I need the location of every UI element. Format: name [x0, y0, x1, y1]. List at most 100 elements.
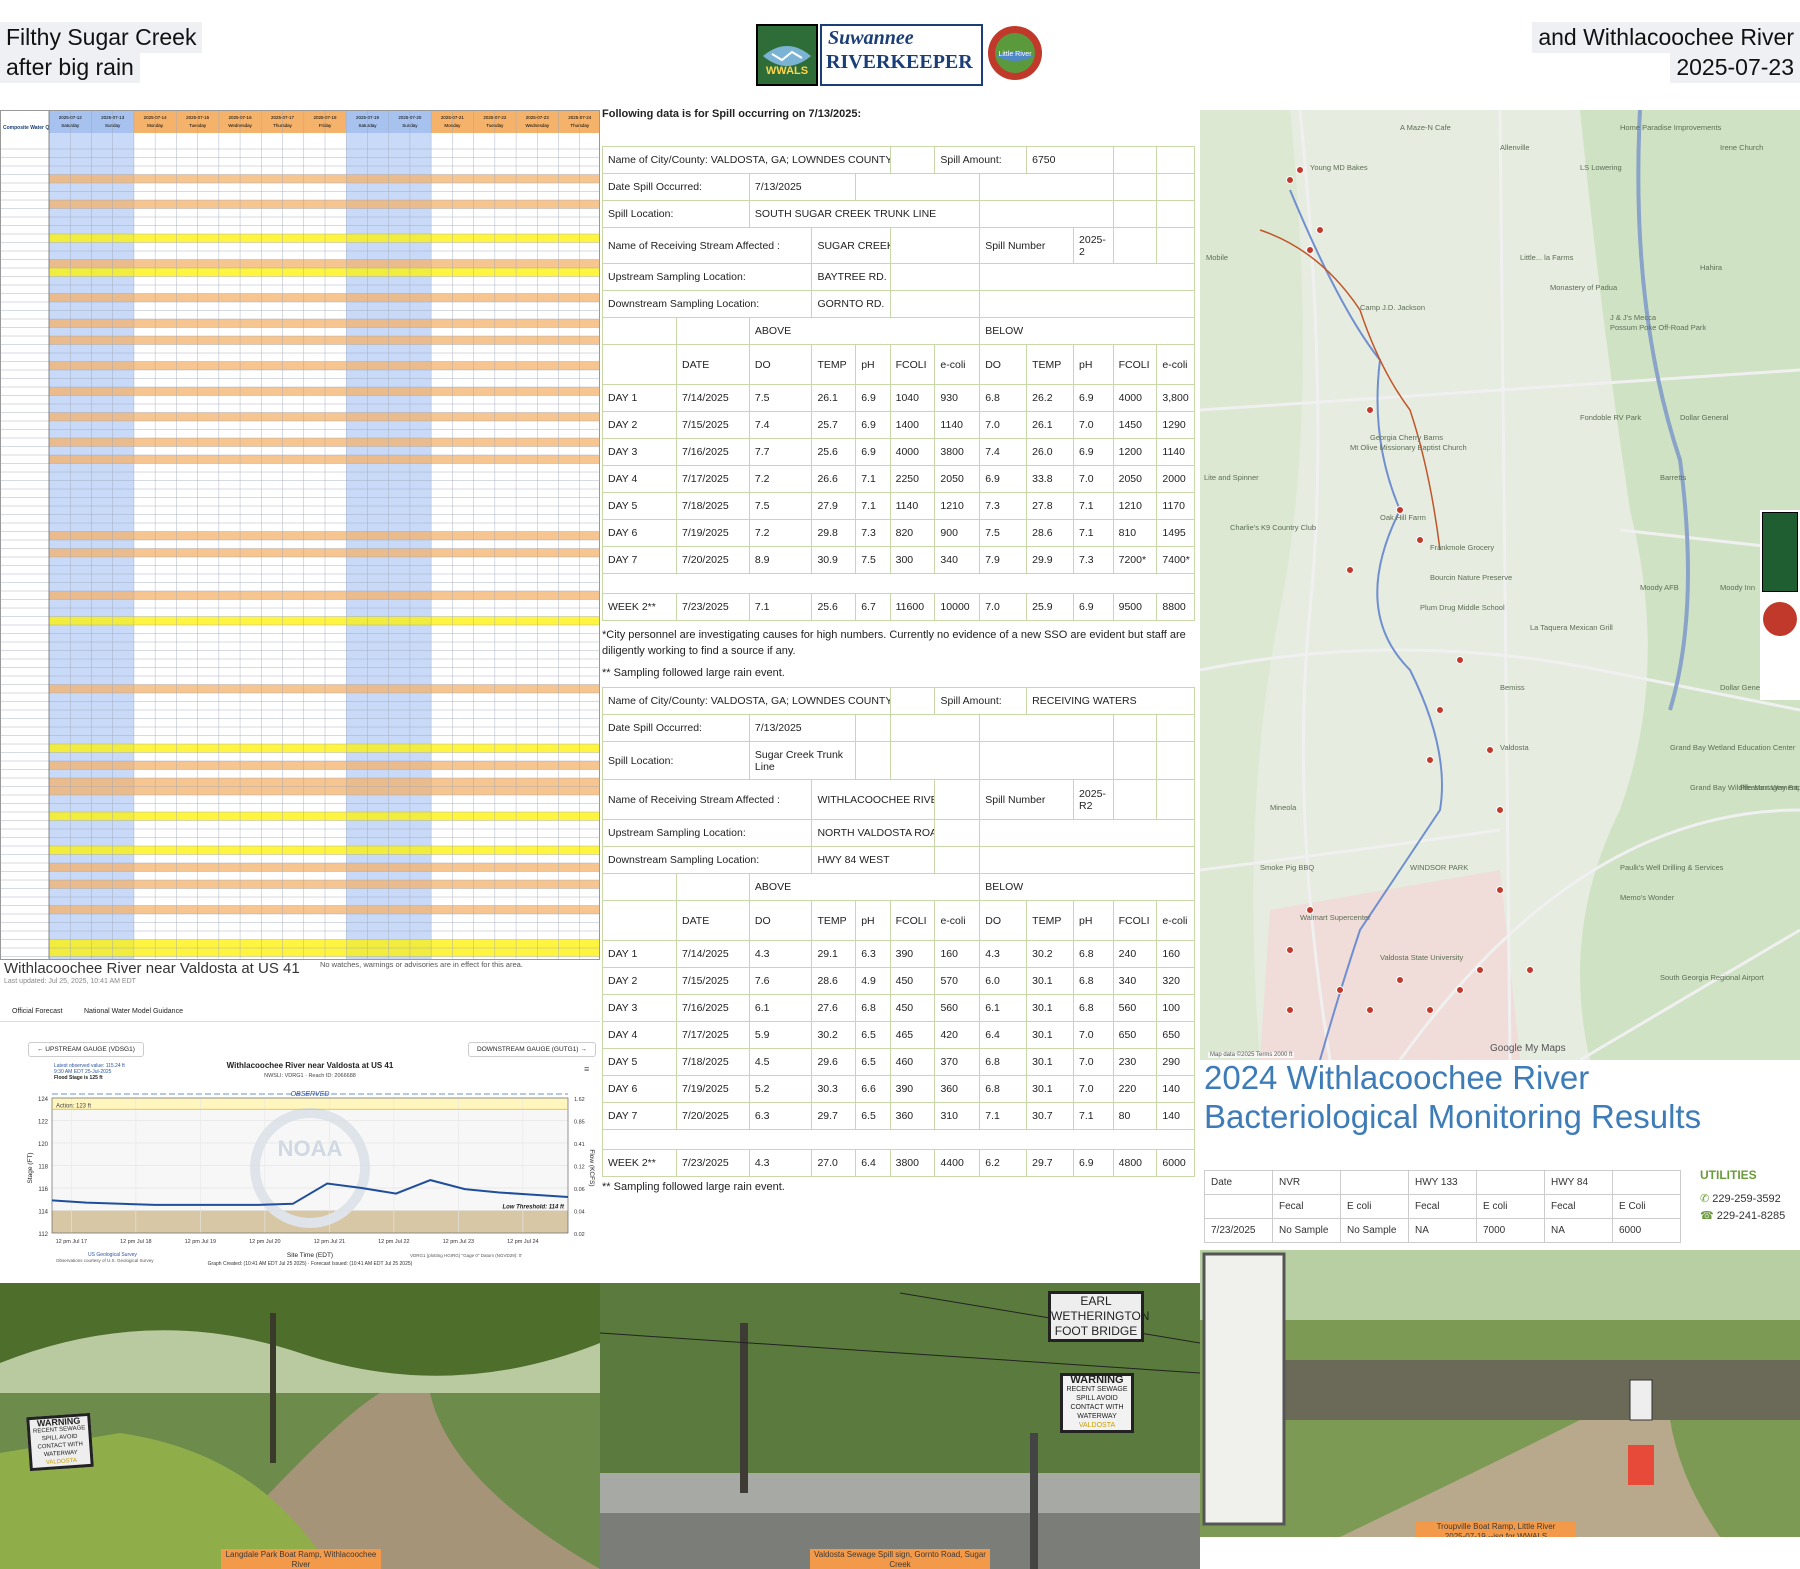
highlight-row — [49, 863, 599, 872]
s2-cell: 6.8 — [855, 994, 891, 1022]
spill1-intro: Following data is for Spill occurring on… — [602, 108, 862, 120]
map-canvas[interactable]: Home Paradise Improvements A Maze-N Cafe A… — [1200, 110, 1800, 1060]
s1-cell: 27.8 — [1026, 492, 1075, 520]
downstream-gauge-button[interactable]: DOWNSTREAM GAUGE (GUTG1) → — [468, 1042, 596, 1057]
map-label: Pleasant Way Baptist Church — [1740, 783, 1800, 792]
photo-troupville-image — [1200, 1250, 1800, 1537]
s1-cell: 1140 — [889, 492, 936, 520]
day-header-text: Thursday — [273, 123, 293, 128]
s2-cell: 570 — [934, 967, 981, 995]
s2-cell: 320 — [1156, 967, 1195, 995]
s2-cell: 340 — [1112, 967, 1158, 995]
map-marker — [1496, 806, 1504, 814]
bact-header-row: Fecal E coli Fecal E coli Fecal E Coli — [1204, 1194, 1681, 1219]
s1-cell: 26.0 — [1026, 438, 1075, 466]
warning-sign-2-text: RECENT SEWAGE SPILL AVOID CONTACT WITH W… — [1066, 1386, 1128, 1420]
highlight-row — [49, 880, 599, 889]
x-tick-label: 12 pm Jul 22 — [378, 1239, 410, 1245]
s2-cell: 7/15/2025 — [675, 967, 750, 995]
date-header-text: 2025-07-24 — [568, 115, 592, 120]
s2-cell: DAY 4 — [602, 1021, 677, 1049]
s1-cell: 7.2 — [748, 519, 813, 547]
spill1-stream-label: Name of Receiving Stream Affected : — [602, 227, 813, 264]
map-label: Bourcin Nature Preserve — [1430, 573, 1512, 582]
map-label: Hahira — [1700, 263, 1723, 272]
s1-week-cell: 25.6 — [811, 593, 857, 621]
map-marker — [1316, 226, 1324, 234]
highlight-row — [49, 591, 599, 600]
s1-cell: 7/20/2025 — [675, 546, 750, 574]
s2-cell: 6.5 — [855, 1048, 891, 1076]
bact-cell: 7/23/2025 — [1204, 1218, 1273, 1243]
hydrograph-chart: NOAA 112 0.02 114 0.04 116 0.06 118 0.12 120 0.41 1… — [27, 1061, 595, 1267]
s2-cell: 30.1 — [1026, 1021, 1075, 1049]
s1-header-cell: pH — [1073, 344, 1114, 385]
s1-cell: 7/19/2025 — [675, 519, 750, 547]
map-marker — [1456, 656, 1464, 664]
s1-cell: 8.9 — [748, 546, 813, 574]
s2-cell: 310 — [934, 1102, 981, 1130]
y-tick-label: 114 — [38, 1210, 48, 1216]
upstream-gauge-button[interactable]: ← UPSTREAM GAUGE (VDSG1) — [28, 1042, 144, 1057]
bact-data-row: 7/23/2025 No Sample No Sample NA 7000 NA 6000 — [1204, 1218, 1681, 1243]
s2-cell: 30.1 — [1026, 1048, 1075, 1076]
map-label: Smoke Pig BBQ — [1260, 863, 1314, 872]
s2-data-row: DAY 7 7/20/2025 6.3 29.7 6.5 360 310 7.1 30.7 7.1… — [602, 1102, 1195, 1130]
map-label: Lite and Spinner — [1204, 473, 1259, 482]
spill2-stream-label: Name of Receiving Stream Affected : — [602, 779, 813, 820]
s1-cell: 1040 — [889, 384, 936, 412]
s1-cell: 900 — [934, 519, 981, 547]
action-label: Action: 123 ft — [56, 1103, 91, 1109]
s1-cell: 930 — [934, 384, 981, 412]
map-view[interactable]: Home Paradise Improvements A Maze-N Cafe A… — [1200, 110, 1800, 1060]
spill2-date-label: Date Spill Occurred: — [602, 714, 750, 742]
s2-cell: 30.2 — [1026, 940, 1075, 968]
s1-header-cell: DO — [979, 344, 1028, 385]
s1-cell: 6.9 — [1073, 384, 1114, 412]
spill2-location-value: Sugar Creek Trunk Line — [748, 741, 857, 780]
s2-header-cell: pH — [1073, 900, 1114, 941]
s1-cell: 300 — [889, 546, 936, 574]
map-wwals-logo — [1762, 512, 1798, 592]
s2-header-cell: DO — [748, 900, 813, 941]
spill1-location-value: SOUTH SUGAR CREEK TRUNK LINE — [748, 200, 981, 228]
s2-cell: 7/18/2025 — [675, 1048, 750, 1076]
x-tick-label: 12 pm Jul 17 — [56, 1239, 88, 1245]
map-marker — [1486, 746, 1494, 754]
s2-cell: 360 — [934, 1075, 981, 1103]
highlight-row — [49, 778, 599, 787]
s2-cell: 160 — [934, 940, 981, 968]
s1-cell: 7.0 — [1073, 411, 1114, 439]
date-header-text: 2025-07-12 — [59, 115, 83, 120]
s1-cell: 1400 — [889, 411, 936, 439]
date-header-text: 2025-07-15 — [186, 115, 210, 120]
y-tick-label: 112 — [38, 1232, 48, 1238]
s1-header-cell: e-coli — [934, 344, 981, 385]
s1-cell: 6.9 — [855, 411, 891, 439]
s1-cell: 6.9 — [1073, 438, 1114, 466]
tab-official-forecast[interactable]: Official Forecast — [12, 1008, 62, 1015]
spill1-below: BELOW — [979, 317, 1195, 345]
chart-title: Withlacoochee River near Valdosta at US … — [227, 1061, 394, 1070]
s2-cell: 6.5 — [855, 1021, 891, 1049]
map-label: Irene Church — [1720, 143, 1763, 152]
s2-cell: 6.1 — [979, 994, 1028, 1022]
s2-cell: 4.5 — [748, 1048, 813, 1076]
map-label: Valdosta — [1500, 743, 1529, 752]
y2-axis-label: Flow (KCFS) — [588, 1149, 595, 1186]
y-tick-label: 118 — [38, 1165, 48, 1171]
google-logo: Google My Maps — [1490, 1043, 1566, 1054]
s1-data-row: DAY 3 7/16/2025 7.7 25.6 6.9 4000 3800 7.4 26.0 6… — [602, 438, 1195, 466]
s2-cell: 160 — [1156, 940, 1195, 968]
s1-week-cell: 7/23/2025 — [675, 593, 750, 621]
s1-cell: 7.5 — [748, 384, 813, 412]
bact-header-cell — [1340, 1170, 1409, 1195]
s2-cell: 4.9 — [855, 967, 891, 995]
spill2-amount-label: Spill Amount: — [934, 687, 1028, 715]
mymaps-text: My Maps — [1525, 1043, 1566, 1054]
s2-week-cell: 6.9 — [1073, 1149, 1114, 1177]
tab-nwm-guidance[interactable]: National Water Model Guidance — [84, 1008, 183, 1015]
spill-report: Following data is for Spill occurring on… — [602, 108, 1200, 1283]
highlight-row — [49, 438, 599, 447]
map-label: Camp J.D. Jackson — [1360, 303, 1425, 312]
